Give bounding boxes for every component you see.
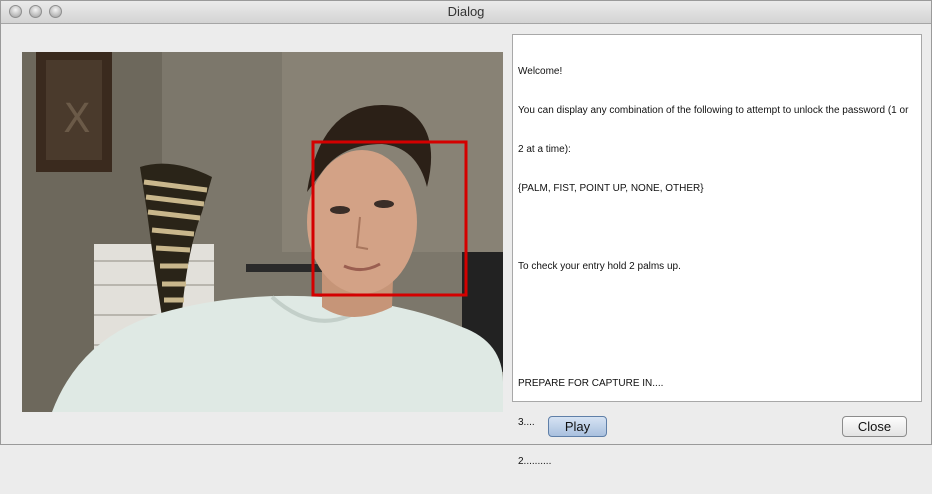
svg-text:X: X <box>63 96 90 142</box>
output-line: To check your entry hold 2 palms up. <box>518 261 681 272</box>
dialog-window: Dialog X Welcome! You can display any co… <box>0 0 932 467</box>
camera-feed: X <box>22 52 503 412</box>
play-button[interactable]: Play <box>548 416 607 437</box>
output-line: You can display any combination of the f… <box>518 105 909 116</box>
title-bar: Dialog <box>1 1 931 24</box>
close-button[interactable]: Close <box>842 416 907 437</box>
output-line: PREPARE FOR CAPTURE IN.... <box>518 378 664 389</box>
window-title: Dialog <box>447 4 485 19</box>
output-line: 2 at a time): <box>518 144 571 155</box>
output-line: {PALM, FIST, POINT UP, NONE, OTHER} <box>518 183 704 194</box>
instructions-output: Welcome! You can display any combination… <box>512 34 922 467</box>
output-line: 2.......... <box>518 456 552 467</box>
output-line: Welcome! <box>518 66 563 77</box>
camera-frame-image: X <box>22 52 503 412</box>
